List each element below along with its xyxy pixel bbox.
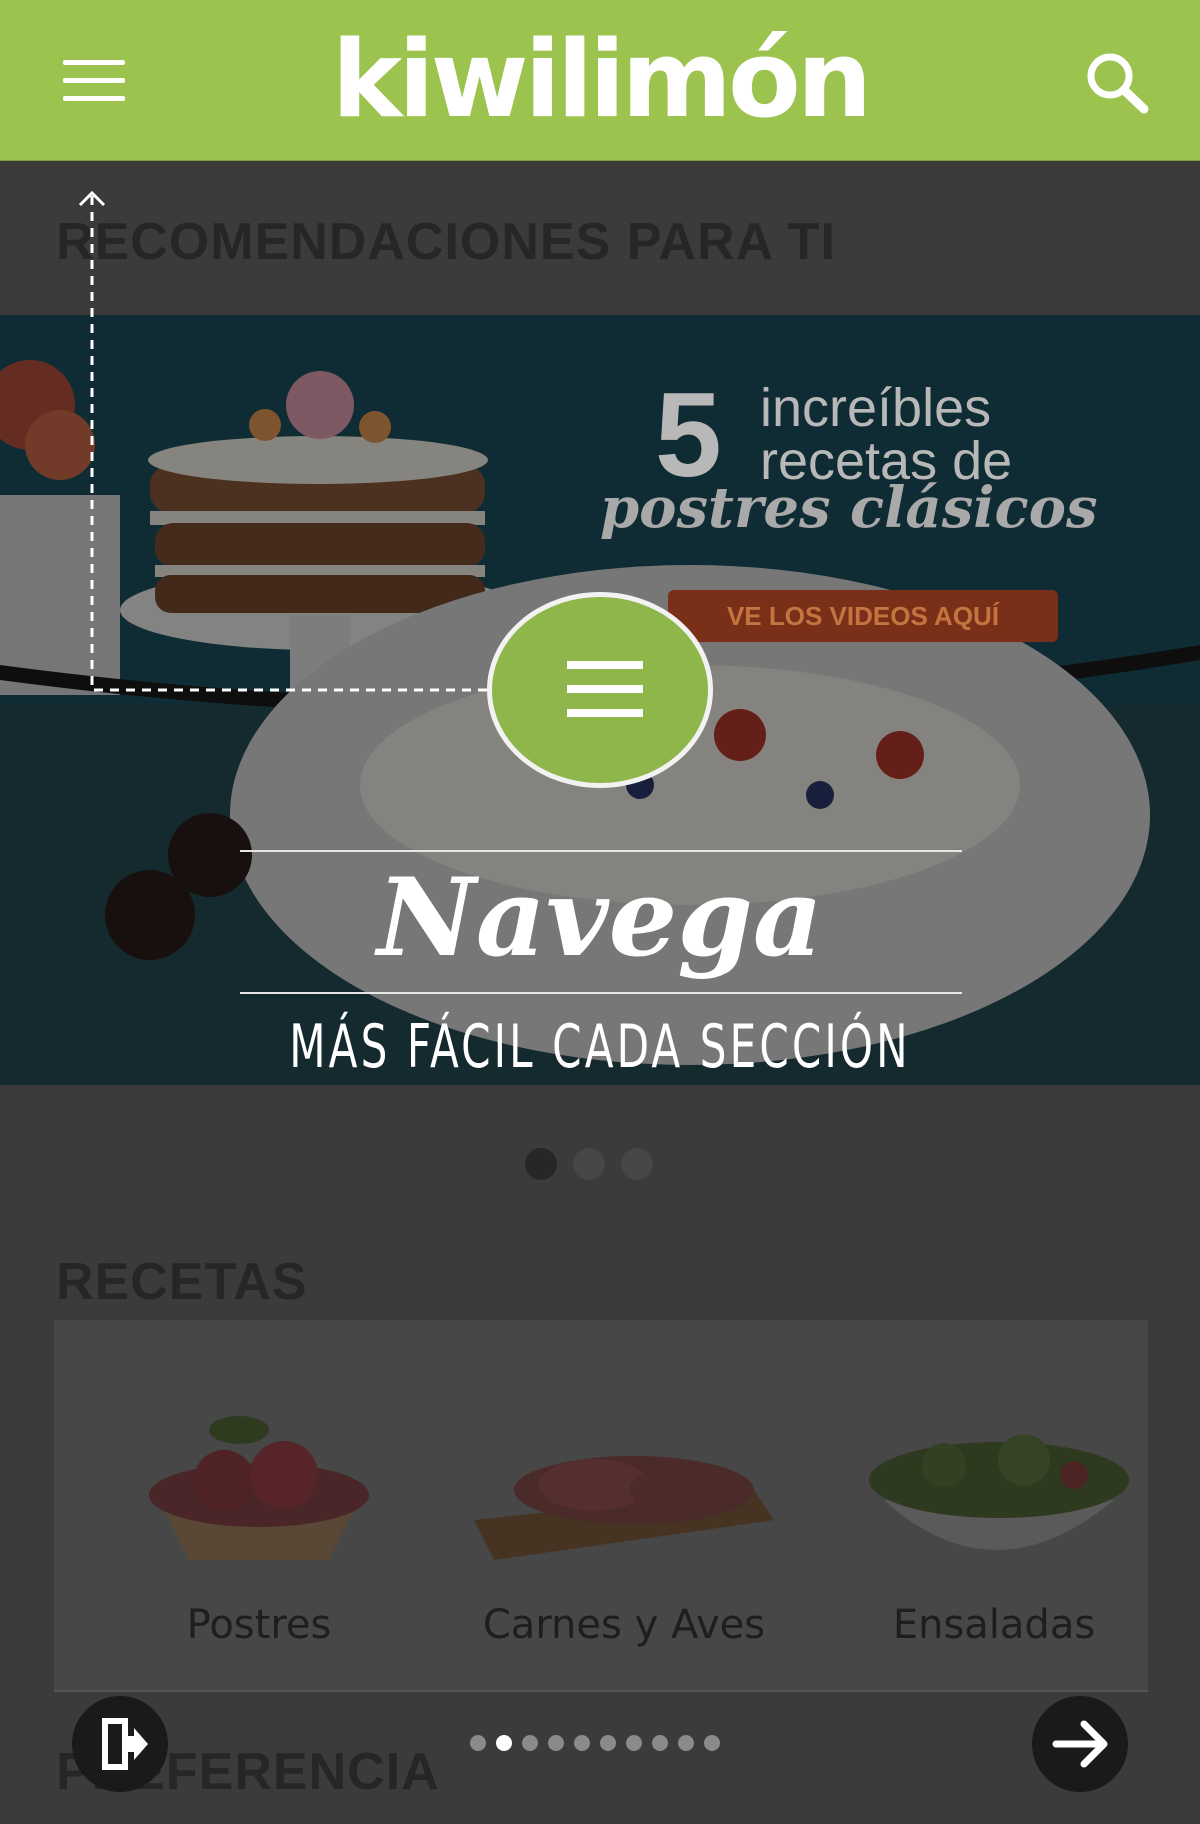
category-card-ensaladas[interactable]: Ensaladas: [824, 1320, 1148, 1690]
tutorial-subtitle: MÁS FÁCIL CADA SECCIÓN: [289, 1012, 911, 1082]
banner-line-3: postres clásicos: [600, 475, 1098, 541]
search-icon[interactable]: [1080, 46, 1160, 118]
category-label: Postres: [186, 1602, 332, 1648]
exit-icon[interactable]: [72, 1696, 168, 1792]
category-label: Carnes y Aves: [482, 1602, 766, 1648]
arrow-right-icon[interactable]: [1032, 1696, 1128, 1792]
pager-dot: [678, 1735, 694, 1751]
pager-dot: [600, 1735, 616, 1751]
recipe-categories: Postres Carnes y Aves Ensaladas: [54, 1320, 1148, 1690]
watch-videos-button[interactable]: VE LOS VIDEOS AQUÍ: [668, 590, 1058, 642]
meat-board-image: [474, 1456, 774, 1560]
banner-line-1: increíbles: [760, 378, 992, 438]
salad-bowl-image: [869, 1434, 1129, 1550]
app-logo: kiwilimón: [331, 18, 873, 141]
dessert-tart-image: [149, 1416, 369, 1560]
pager-dot: [522, 1735, 538, 1751]
divider: [240, 992, 962, 994]
pager-dot: [496, 1735, 512, 1751]
pager-dot: [626, 1735, 642, 1751]
tutorial-pager: [470, 1735, 730, 1751]
app-bar: kiwilimón: [0, 0, 1200, 161]
category-card-postres[interactable]: Postres: [89, 1320, 429, 1690]
recipes-title: RECETAS: [56, 1253, 308, 1311]
pager-dot: [574, 1735, 590, 1751]
pager-dot: [652, 1735, 668, 1751]
divider: [240, 850, 962, 852]
recommendations-title: RECOMENDACIONES PARA TI: [56, 213, 836, 271]
carousel-dot[interactable]: [525, 1148, 557, 1180]
tutorial-title: Navega: [377, 855, 823, 981]
menu-fab-button[interactable]: [487, 592, 713, 788]
pager-dot: [704, 1735, 720, 1751]
divider: [54, 1690, 1148, 1692]
carousel-dots: [525, 1148, 669, 1180]
category-label: Ensaladas: [892, 1602, 1096, 1648]
pager-dot: [548, 1735, 564, 1751]
pager-dot: [470, 1735, 486, 1751]
carousel-dot[interactable]: [573, 1148, 605, 1180]
category-card-carnes-y-aves[interactable]: Carnes y Aves: [454, 1320, 794, 1690]
carousel-dot[interactable]: [621, 1148, 653, 1180]
